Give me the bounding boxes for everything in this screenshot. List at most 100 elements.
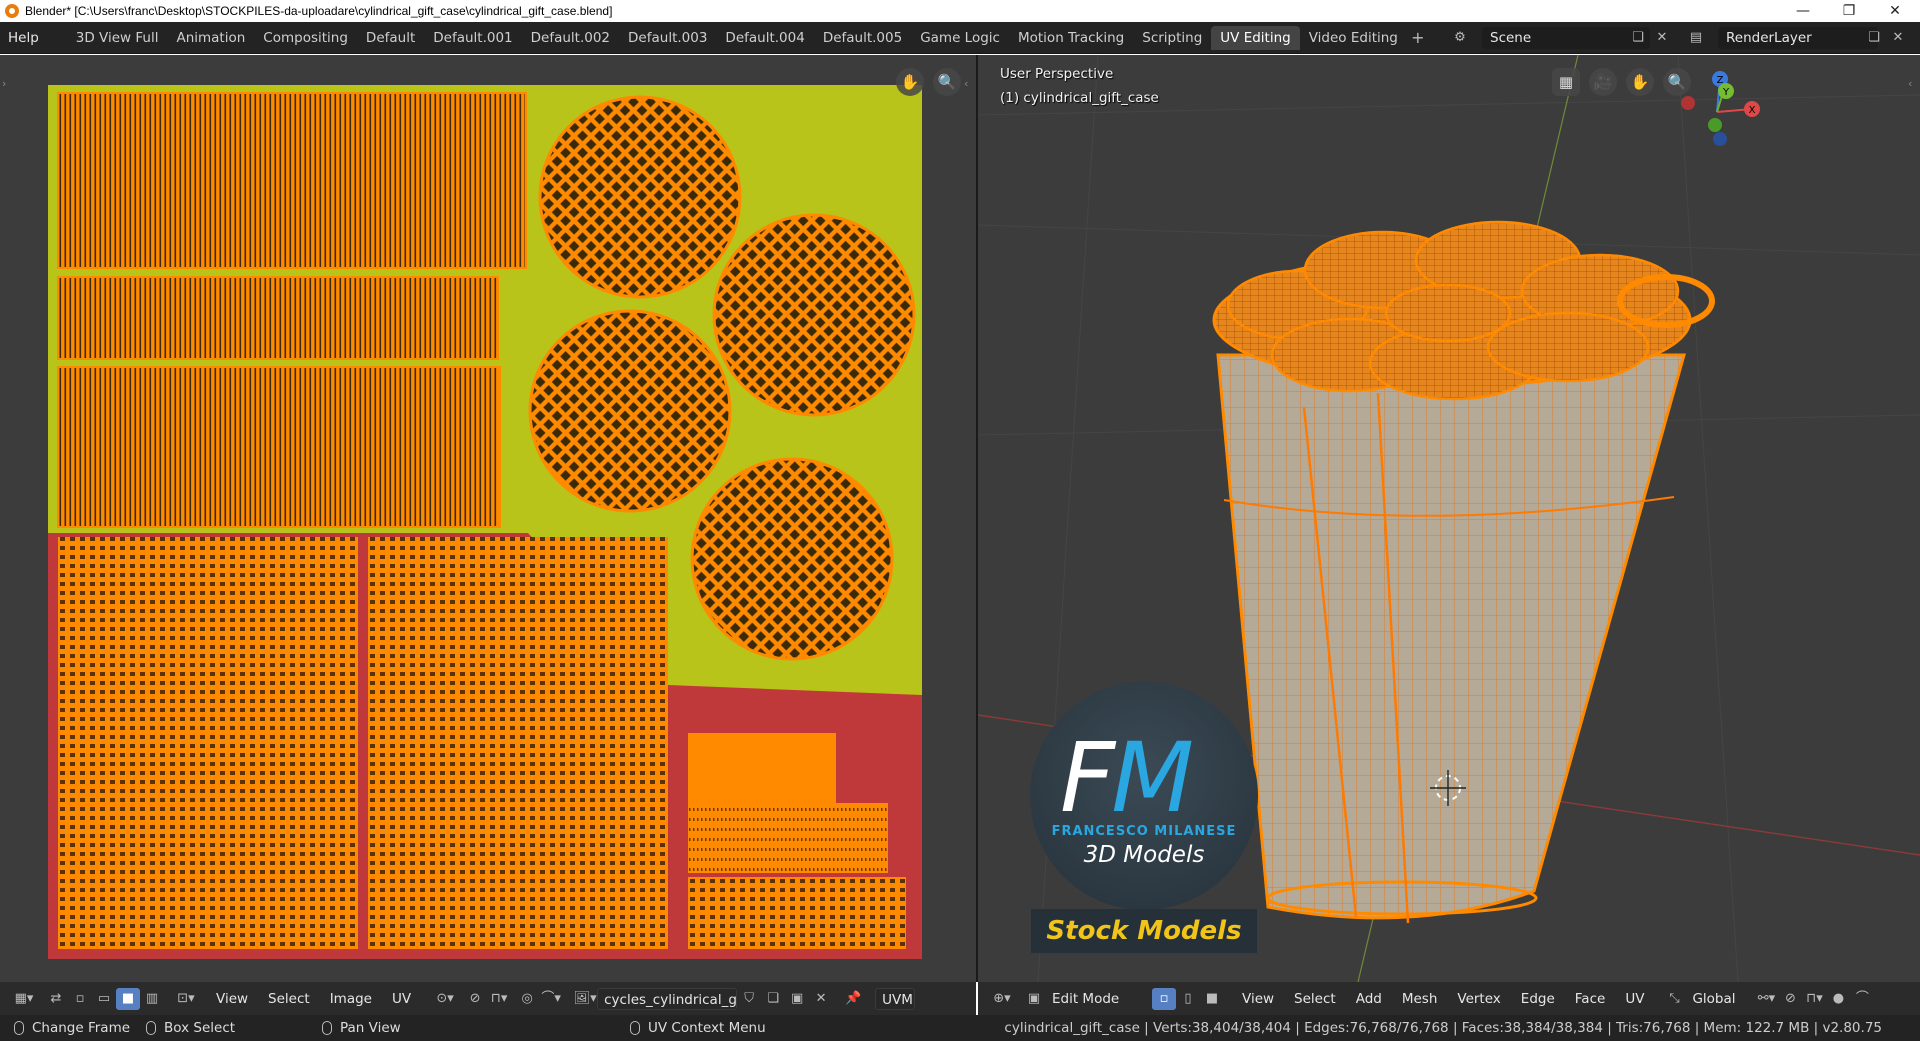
pivot-point-icon[interactable]: ⊙▾ — [433, 988, 457, 1010]
snap-target-icon[interactable]: ⊓▾ — [487, 988, 511, 1010]
new-render-layer-icon[interactable]: ❏ — [1864, 28, 1884, 48]
uv-menu-view[interactable]: View — [206, 991, 258, 1007]
vertex-mode-icon[interactable]: ▫ — [1152, 987, 1176, 1010]
tab-compositing[interactable]: Compositing — [254, 26, 357, 50]
image-browse-icon[interactable]: 🖼▾ — [573, 988, 597, 1010]
uv-menu-image[interactable]: Image — [320, 991, 382, 1007]
tab-default-005[interactable]: Default.005 — [814, 26, 911, 50]
region-toggle-right-icon[interactable]: ‹ — [964, 77, 968, 90]
uv-island-circle-4[interactable] — [690, 457, 894, 661]
edge-mode-icon[interactable]: ▯ — [1176, 988, 1200, 1010]
render-layer-icon[interactable]: ▤ — [1686, 28, 1706, 48]
proportional-3d-icon[interactable]: ● — [1826, 988, 1850, 1010]
camera-view-icon[interactable]: 🎥 — [1589, 68, 1617, 96]
uv-menu-uv[interactable]: UV — [382, 991, 421, 1007]
3d-menu-mesh[interactable]: Mesh — [1392, 991, 1448, 1007]
uv-island-circle-1[interactable] — [538, 95, 742, 299]
minimize-button[interactable]: — — [1780, 0, 1826, 22]
unlink-image-icon[interactable]: ✕ — [809, 988, 833, 1010]
tab-default-002[interactable]: Default.002 — [522, 26, 619, 50]
gizmo-neg-x-icon[interactable] — [1681, 96, 1695, 110]
new-image-icon[interactable]: ❏ — [761, 988, 785, 1010]
gizmo-neg-z-icon[interactable] — [1713, 132, 1727, 146]
restore-button[interactable]: ❐ — [1826, 0, 1872, 22]
uv-island-fine[interactable] — [688, 803, 888, 873]
tab-uv-editing[interactable]: UV Editing — [1211, 25, 1300, 50]
uv-texture-canvas[interactable] — [48, 85, 922, 959]
object-mode-icon[interactable]: ▣ — [1022, 988, 1046, 1010]
3d-menu-select[interactable]: Select — [1284, 991, 1346, 1007]
vertex-select-icon[interactable]: ▫ — [68, 988, 92, 1010]
snap-3d-target-icon[interactable]: ⊓▾ — [1802, 988, 1826, 1010]
uv-island-circle-3[interactable] — [528, 309, 732, 513]
tab-3d-view-full[interactable]: 3D View Full — [67, 26, 168, 50]
island-select-icon[interactable]: ▥ — [140, 988, 164, 1010]
snap-3d-icon[interactable]: ⊘ — [1778, 988, 1802, 1010]
tab-video-editing[interactable]: Video Editing — [1300, 26, 1407, 50]
render-layer-field[interactable]: RenderLayer — [1718, 27, 1878, 49]
tab-default-004[interactable]: Default.004 — [716, 26, 813, 50]
edge-select-icon[interactable]: ▭ — [92, 988, 116, 1010]
mode-selector[interactable]: Edit Mode — [1046, 987, 1146, 1010]
tab-default-001[interactable]: Default.001 — [424, 26, 521, 50]
ribbon-bow[interactable] — [1226, 220, 1680, 401]
zoom-view-icon[interactable]: 🔍 — [933, 68, 961, 96]
face-mode-icon[interactable]: ■ — [1200, 988, 1224, 1010]
help-menu[interactable]: Help — [0, 22, 47, 54]
uv-island-square[interactable] — [688, 733, 836, 803]
fake-user-icon[interactable]: ⛉ — [737, 988, 761, 1010]
gift-case-body[interactable] — [1216, 353, 1686, 920]
uv-menu-select[interactable]: Select — [258, 991, 320, 1007]
delete-scene-icon[interactable]: ✕ — [1652, 28, 1672, 48]
pin-icon[interactable]: 📌 — [841, 988, 865, 1010]
proportional-edit-icon[interactable]: ◎ — [515, 988, 539, 1010]
3d-menu-view[interactable]: View — [1232, 991, 1284, 1007]
transform-orientation-icon[interactable]: ⤡ — [1662, 988, 1686, 1010]
uv-island-circle-2[interactable] — [712, 213, 916, 417]
falloff-icon[interactable]: ⌒▾ — [539, 988, 563, 1010]
pan-view-3d-icon[interactable]: ✋ — [1626, 68, 1654, 96]
falloff-3d-icon[interactable]: ⌒ — [1850, 988, 1874, 1010]
3d-menu-vertex[interactable]: Vertex — [1447, 991, 1510, 1007]
delete-render-layer-icon[interactable]: ✕ — [1888, 28, 1908, 48]
tab-motion-tracking[interactable]: Motion Tracking — [1009, 26, 1133, 50]
scene-field[interactable]: Scene — [1482, 27, 1650, 49]
uv-map-field[interactable]: UVM — [875, 987, 916, 1010]
orientation-selector[interactable]: Global — [1686, 987, 1749, 1010]
new-scene-icon[interactable]: ❏ — [1628, 28, 1648, 48]
uv-island-strip-3[interactable] — [57, 366, 501, 528]
3d-menu-face[interactable]: Face — [1565, 991, 1616, 1007]
sticky-select-icon[interactable]: ⊡▾ — [174, 988, 198, 1010]
uv-island-block-1[interactable] — [58, 537, 358, 949]
editor-type-icon[interactable]: ▦▾ — [12, 988, 36, 1010]
3d-menu-uv[interactable]: UV — [1615, 991, 1654, 1007]
uv-island-grid-small[interactable] — [688, 877, 906, 949]
scene-icon[interactable]: ⚙ — [1450, 28, 1470, 48]
navigation-gizmo[interactable]: X Z Y — [1672, 67, 1762, 157]
sidebar-toggle-icon[interactable]: ‹ — [1908, 77, 1912, 90]
add-workspace-button[interactable]: + — [1407, 28, 1429, 47]
editor-type-3d-icon[interactable]: ⊕▾ — [990, 988, 1014, 1010]
uv-island-block-2[interactable] — [368, 537, 668, 949]
gizmo-neg-y-icon[interactable] — [1708, 118, 1722, 132]
tab-animation[interactable]: Animation — [167, 26, 254, 50]
uv-editor-area[interactable]: › ✋ 🔍 ‹ — [0, 55, 976, 982]
tab-default[interactable]: Default — [357, 26, 424, 50]
tab-scripting[interactable]: Scripting — [1133, 26, 1211, 50]
face-select-icon[interactable]: ■ — [116, 987, 140, 1010]
open-image-icon[interactable]: ▣ — [785, 988, 809, 1010]
tab-game-logic[interactable]: Game Logic — [911, 26, 1009, 50]
snap-icon[interactable]: ⊘ — [463, 988, 487, 1010]
uv-island-strip-2[interactable] — [57, 276, 499, 360]
pan-view-icon[interactable]: ✋ — [896, 68, 924, 96]
toggle-perspective-icon[interactable]: ▦ — [1552, 68, 1580, 96]
3d-menu-edge[interactable]: Edge — [1511, 991, 1565, 1007]
image-name-field[interactable]: cycles_cylindrical_g... — [597, 987, 738, 1010]
3d-menu-add[interactable]: Add — [1346, 991, 1392, 1007]
pivot-3d-icon[interactable]: ⚯▾ — [1754, 988, 1778, 1010]
tab-default-003[interactable]: Default.003 — [619, 26, 716, 50]
close-button[interactable]: ✕ — [1872, 0, 1918, 22]
uv-island-strip-1[interactable] — [57, 92, 527, 269]
sync-selection-icon[interactable]: ⇄ — [44, 988, 68, 1010]
region-toggle-left-icon[interactable]: › — [2, 77, 6, 90]
